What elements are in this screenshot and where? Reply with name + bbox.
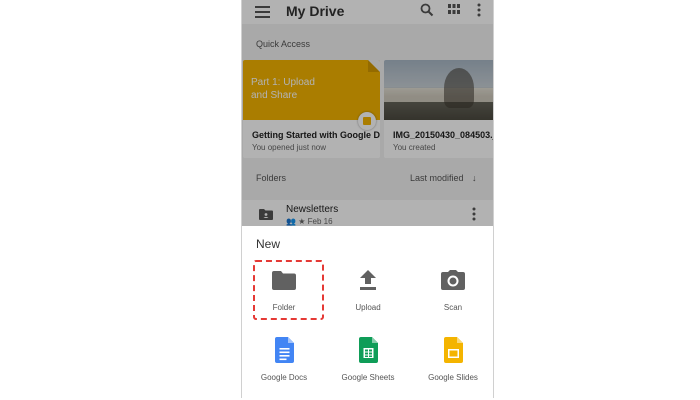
folder-highlight-box [253, 260, 324, 320]
app-bar: My Drive [242, 0, 493, 24]
people-icon: 👥 [286, 217, 296, 226]
star-icon: ★ [298, 217, 306, 226]
grid-view-icon[interactable] [448, 4, 460, 15]
sheet-title: New [256, 237, 281, 251]
card-subtitle: You opened just now [252, 143, 326, 152]
upload-icon [360, 270, 376, 290]
arrow-down-icon: ↓ [472, 173, 477, 183]
google-slides-icon [443, 337, 463, 363]
quick-access-card[interactable]: Part 1: Upload and Share Getting Started… [243, 60, 380, 158]
search-icon[interactable] [420, 3, 434, 17]
quick-access-card[interactable]: IMG_20150430_084503.jp You created [384, 60, 494, 158]
upload-button[interactable]: Upload [331, 265, 405, 312]
new-bottom-sheet: New Folder Upload Scan Google Docs Googl… [242, 226, 493, 398]
sort-last-modified[interactable]: Last modified ↓ [410, 173, 477, 183]
card-title: IMG_20150430_084503.jp [393, 130, 494, 140]
option-label: Scan [443, 303, 463, 312]
folder-name: Newsletters [286, 204, 339, 215]
google-slides-icon [358, 112, 376, 130]
camera-icon [441, 270, 465, 290]
sort-label: Last modified [410, 173, 464, 183]
more-vert-icon[interactable] [477, 3, 481, 17]
folder-meta: 👥 ★ Feb 16 [286, 217, 333, 226]
google-sheets-button[interactable]: Google Sheets [331, 335, 405, 382]
card-subtitle: You created [393, 143, 436, 152]
shared-folder-icon [259, 209, 273, 220]
page-title: My Drive [286, 3, 345, 19]
card-title: Getting Started with Google D... [252, 130, 380, 140]
option-label: Upload [355, 303, 381, 312]
slides-thumbnail: Part 1: Upload and Share [243, 60, 380, 120]
option-label: Google Slides [428, 373, 478, 382]
folder-date: Feb 16 [307, 217, 333, 226]
phone-screen: My Drive Quick Access Part 1: Upload and… [241, 0, 494, 398]
google-sheets-icon [358, 337, 378, 363]
more-vert-icon[interactable] [472, 207, 476, 221]
menu-icon[interactable] [255, 4, 270, 18]
option-label: Google Sheets [341, 373, 395, 382]
google-slides-button[interactable]: Google Slides [416, 335, 490, 382]
photo-thumbnail [384, 60, 493, 120]
google-docs-icon [274, 337, 294, 363]
option-label: Google Docs [260, 373, 308, 382]
quick-access-label: Quick Access [256, 39, 311, 49]
folders-label: Folders [256, 173, 287, 183]
google-docs-button[interactable]: Google Docs [247, 335, 321, 382]
scan-button[interactable]: Scan [416, 265, 490, 312]
thumbnail-text: Part 1: Upload and Share [251, 77, 315, 101]
